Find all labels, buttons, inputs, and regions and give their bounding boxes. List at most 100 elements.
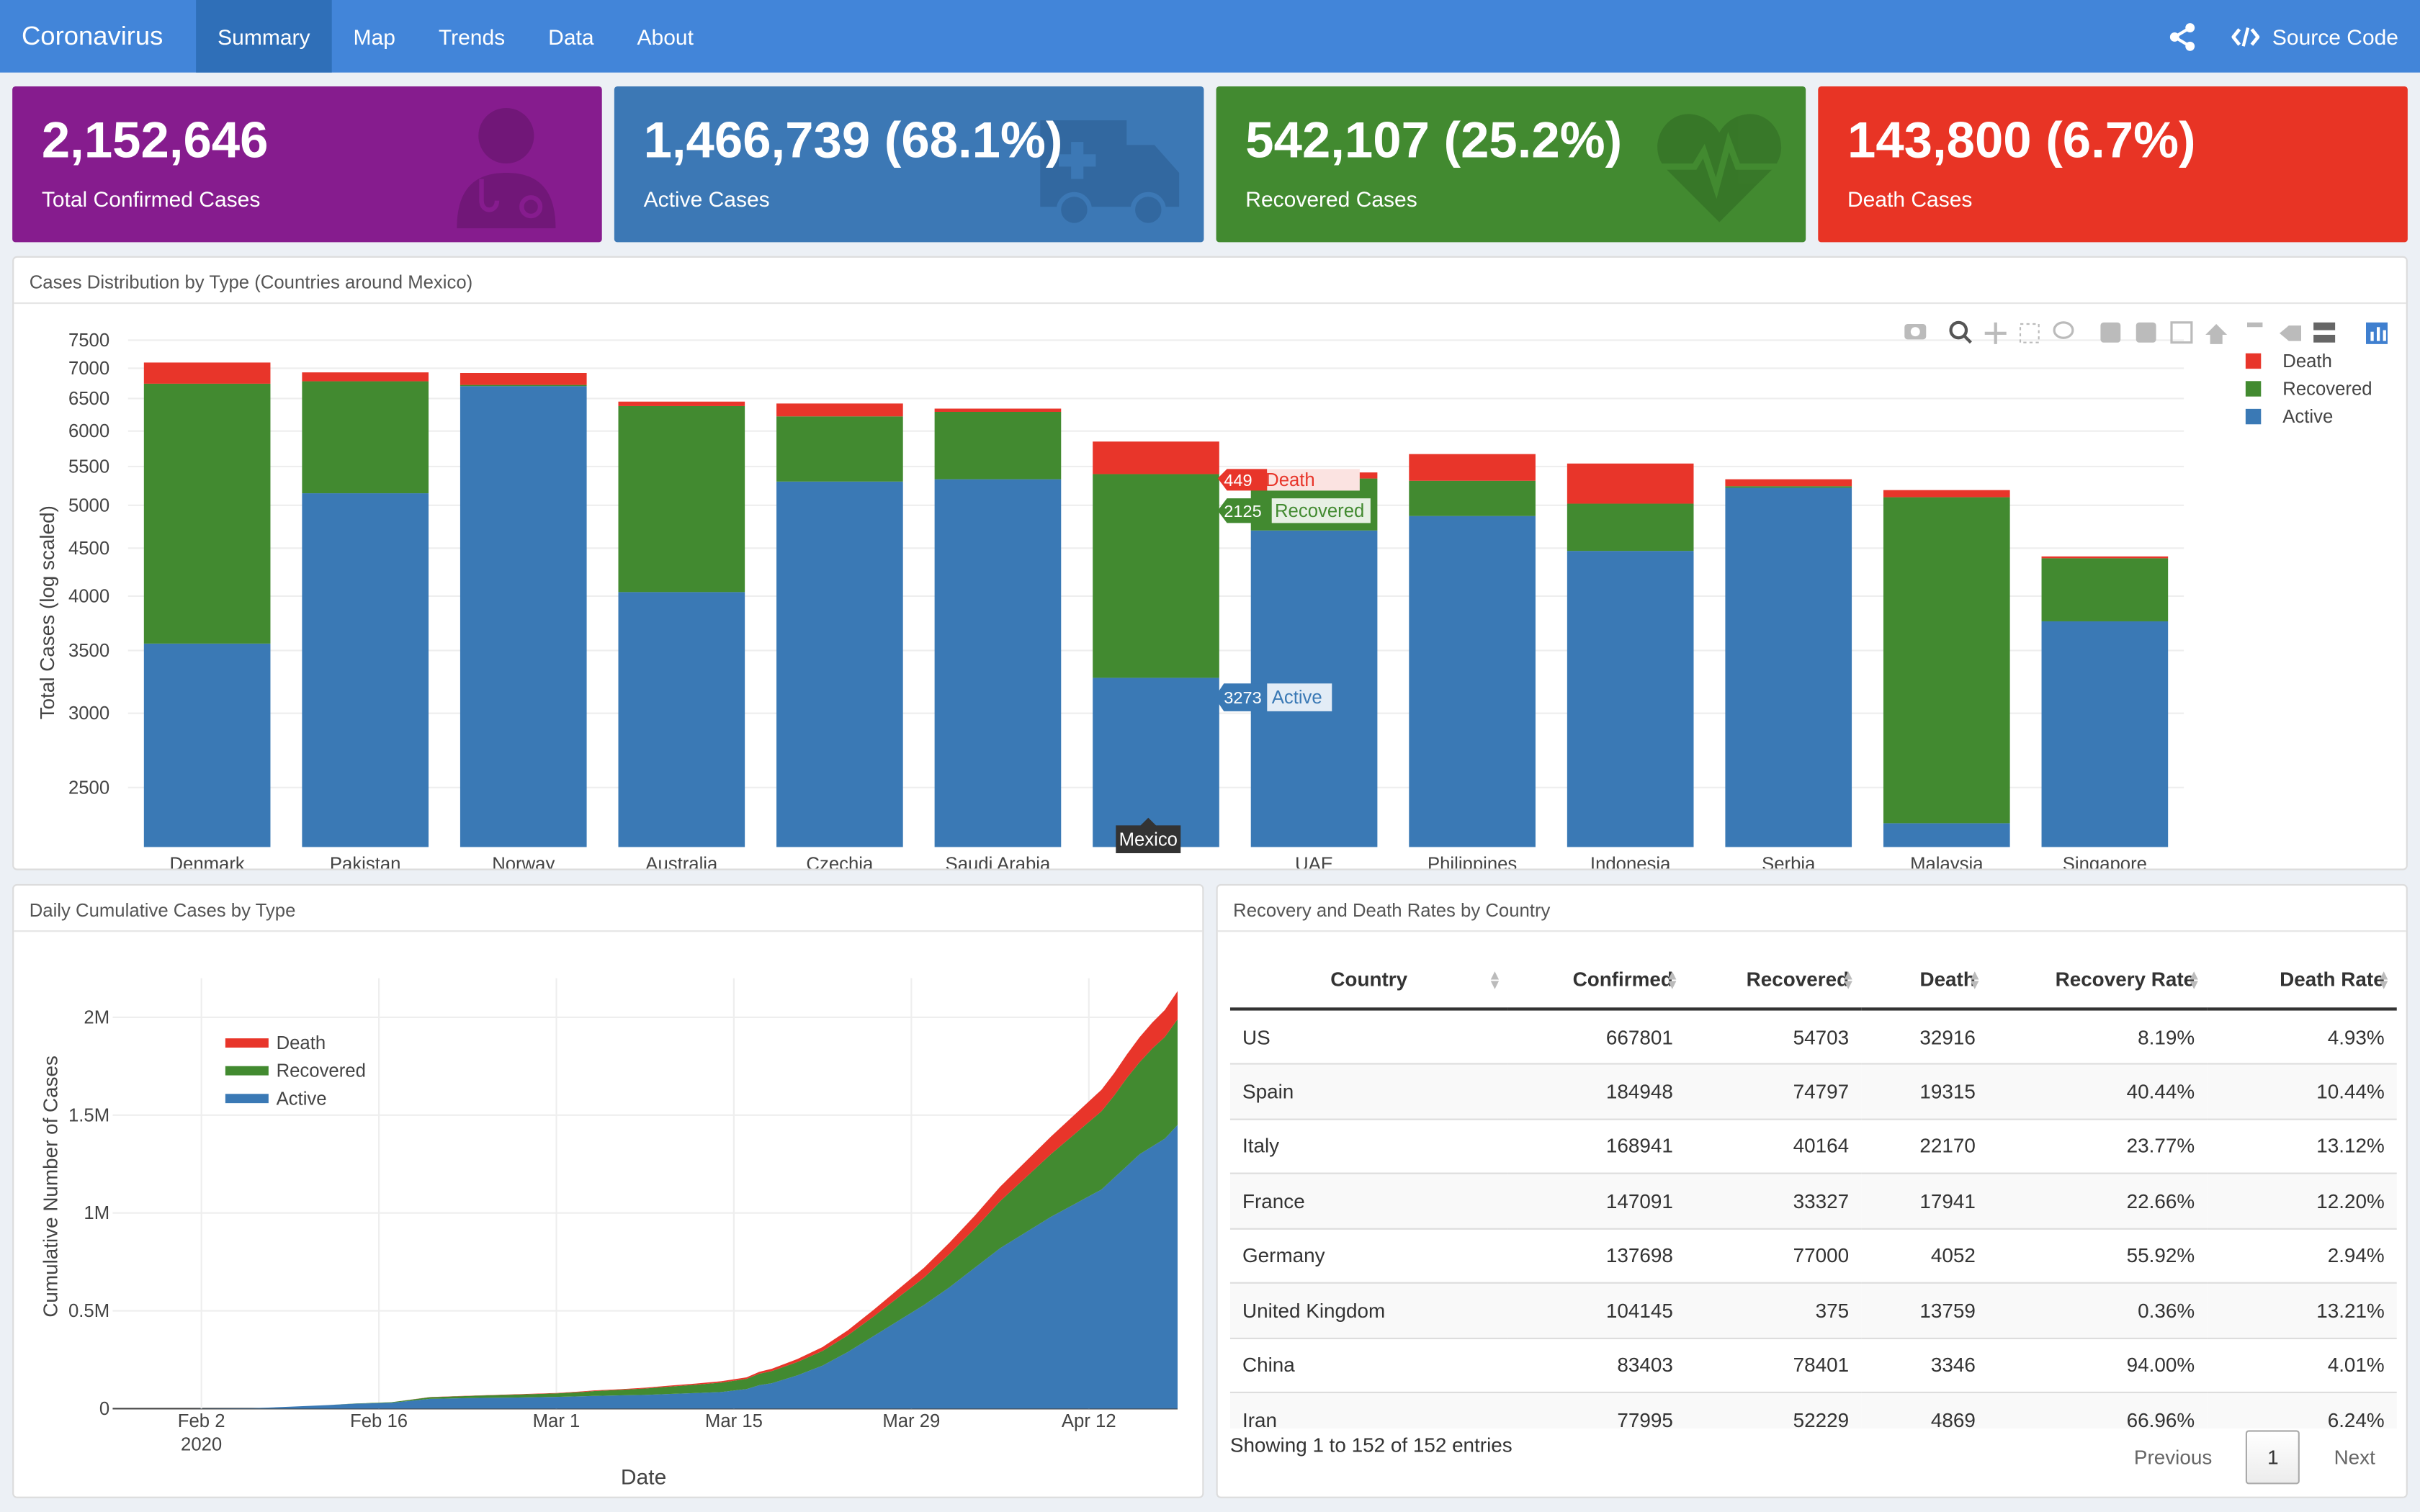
legend-active-label[interactable]: Active (2282, 407, 2333, 427)
bar-recovered[interactable] (1725, 486, 1852, 488)
bar-recovered[interactable] (1883, 497, 2010, 824)
area-active[interactable] (112, 1125, 1178, 1409)
bar-recovered[interactable] (1093, 474, 1219, 678)
bar-active[interactable] (776, 481, 903, 847)
bar-active[interactable] (143, 643, 271, 847)
bar-recovered[interactable] (934, 411, 1062, 480)
bar-active[interactable] (1409, 516, 1536, 847)
bar-death[interactable] (934, 408, 1062, 412)
bar-death[interactable] (1093, 441, 1219, 474)
zoom-in-icon[interactable] (2100, 322, 2121, 343)
camera-icon[interactable] (1904, 324, 1927, 340)
bar-death[interactable] (618, 401, 745, 406)
bar-active[interactable] (1093, 678, 1219, 847)
table-row[interactable]: United Kingdom 104145 375 13759 0.36% 13.21% (1229, 1282, 2397, 1338)
table-cell: 74797 (1685, 1063, 1862, 1119)
bar-active[interactable] (302, 493, 429, 847)
bar-recovered[interactable] (1567, 503, 1694, 552)
next-page-button[interactable]: Next (2316, 1446, 2406, 1469)
area-legend-death[interactable]: Death (277, 1033, 326, 1053)
bar-active[interactable] (460, 386, 587, 847)
bar-recovered[interactable] (776, 416, 903, 482)
bar-active[interactable] (1883, 823, 2010, 847)
cumulative-area-chart[interactable]: Feb 2 Feb 16 Mar 1 Mar 15 Mar 29 Apr 12 2020 0… (14, 932, 1202, 1496)
bar-death[interactable] (143, 362, 271, 384)
spike-lines-icon[interactable] (2247, 322, 2263, 328)
bar-death[interactable] (776, 403, 903, 417)
source-code-link[interactable]: Source Code (2232, 24, 2398, 49)
col-recovery-rate[interactable]: Recovery Rate ▲ ▼ (1988, 950, 2208, 1011)
table-cell: 4.93% (2207, 1008, 2397, 1064)
table-row[interactable]: Iran 77995 52229 4869 66.96% 6.24% (1229, 1391, 2397, 1429)
share-icon[interactable] (2167, 21, 2198, 52)
bar-death[interactable] (1725, 479, 1852, 487)
bar-death[interactable] (1567, 463, 1694, 504)
table-row[interactable]: Italy 168941 40164 22170 23.77% 13.12% (1229, 1117, 2397, 1174)
bar-recovered[interactable] (618, 405, 745, 593)
hover-compare-icon[interactable] (2313, 322, 2336, 343)
area-legend-recovered[interactable]: Recovered (277, 1061, 366, 1081)
bar-death[interactable] (302, 372, 429, 382)
lasso-icon[interactable] (2053, 321, 2074, 339)
rates-table-scroll[interactable]: Country ▲ ▼ Confirmed ▲ ▼ Recovered ▲ ▼ Death ▲… (1229, 950, 2397, 1429)
bar-active[interactable] (1567, 551, 1694, 847)
x-tick-label: Czechia (806, 855, 874, 869)
tab-data[interactable]: Data (526, 0, 615, 73)
plotly-logo-icon[interactable] (2366, 322, 2388, 344)
legend-recovered-label[interactable]: Recovered (2282, 379, 2372, 400)
table-cell: 4.01% (2207, 1336, 2397, 1392)
legend-death-label[interactable]: Death (2282, 351, 2332, 372)
legend-swatch-death (2245, 353, 2262, 369)
bar-recovered[interactable] (143, 383, 271, 644)
tab-map[interactable]: Map (332, 0, 417, 73)
table-row[interactable]: Germany 137698 77000 4052 55.92% 2.94% (1229, 1227, 2397, 1283)
bar-active[interactable] (1725, 487, 1852, 847)
app-brand[interactable]: Coronavirus (0, 21, 196, 52)
page-1-button[interactable]: 1 (2246, 1430, 2300, 1485)
col-recovered[interactable]: Recovered ▲ ▼ (1685, 950, 1862, 1011)
area-legend-active[interactable]: Active (277, 1089, 327, 1109)
hover-recovered-value: 2125 (1224, 502, 1261, 521)
table-cell: 54703 (1685, 1008, 1862, 1064)
previous-page-button[interactable]: Previous (2115, 1446, 2231, 1469)
area-y-tick-label: 1.5M (68, 1105, 109, 1125)
bar-death[interactable] (460, 373, 587, 385)
table-row[interactable]: US 667801 54703 32916 8.19% 4.93% (1229, 1008, 2397, 1064)
x-tick-label: Pakistan (330, 855, 401, 869)
table-row[interactable]: China 83403 78401 3346 94.00% 4.01% (1229, 1336, 2397, 1392)
hover-closest-icon[interactable] (2280, 325, 2301, 341)
col-country[interactable]: Country ▲ ▼ (1229, 950, 1508, 1011)
zoom-out-icon[interactable] (2136, 322, 2156, 343)
tab-trends[interactable]: Trends (417, 0, 526, 73)
bar-y-axis-label: Total Cases (log scaled) (36, 505, 58, 719)
bar-death[interactable] (1883, 490, 2010, 498)
table-row[interactable]: France 147091 33327 17941 22.66% 12.20% (1229, 1172, 2397, 1228)
table-cell: 94.00% (1988, 1336, 2208, 1392)
col-death-rate[interactable]: Death Rate ▲ ▼ (2207, 950, 2397, 1011)
area-legend[interactable]: Death Recovered Active (225, 1033, 366, 1109)
table-cell: United Kingdom (1229, 1282, 1508, 1338)
bar-recovered[interactable] (302, 381, 429, 494)
rates-table-panel: Recovery and Death Rates by Country Coun… (1216, 883, 2408, 1498)
bar-recovered[interactable] (460, 384, 587, 387)
tab-summary[interactable]: Summary (196, 0, 332, 73)
col-confirmed[interactable]: Confirmed ▲ ▼ (1507, 950, 1685, 1011)
tab-about[interactable]: About (616, 0, 715, 73)
bar-legend[interactable]: Death Recovered Active (2245, 351, 2372, 427)
bar-active[interactable] (618, 592, 745, 847)
bar-active[interactable] (934, 479, 1062, 847)
death-cases-value: 143,800 (6.7%) (1847, 111, 2196, 168)
bar-death[interactable] (1409, 454, 1536, 481)
bar-death[interactable] (2041, 556, 2169, 559)
bar-active[interactable] (2041, 621, 2169, 847)
x-tick-label: Saudi Arabia (946, 855, 1051, 869)
table-row[interactable]: Spain 184948 74797 19315 40.44% 10.44% (1229, 1063, 2397, 1119)
home-icon[interactable] (2205, 324, 2228, 344)
x-tick-label: Denmark (169, 855, 244, 869)
table-cell: 13.12% (2207, 1117, 2397, 1174)
col-death[interactable]: Death ▲ ▼ (1861, 950, 1988, 1011)
table-cell: 12.20% (2207, 1172, 2397, 1228)
bar-recovered[interactable] (2041, 558, 2169, 621)
stacked-bar-chart[interactable]: Denmark Pakistan Norway Australia Czechia Sau… (14, 304, 2406, 868)
bar-recovered[interactable] (1409, 480, 1536, 516)
